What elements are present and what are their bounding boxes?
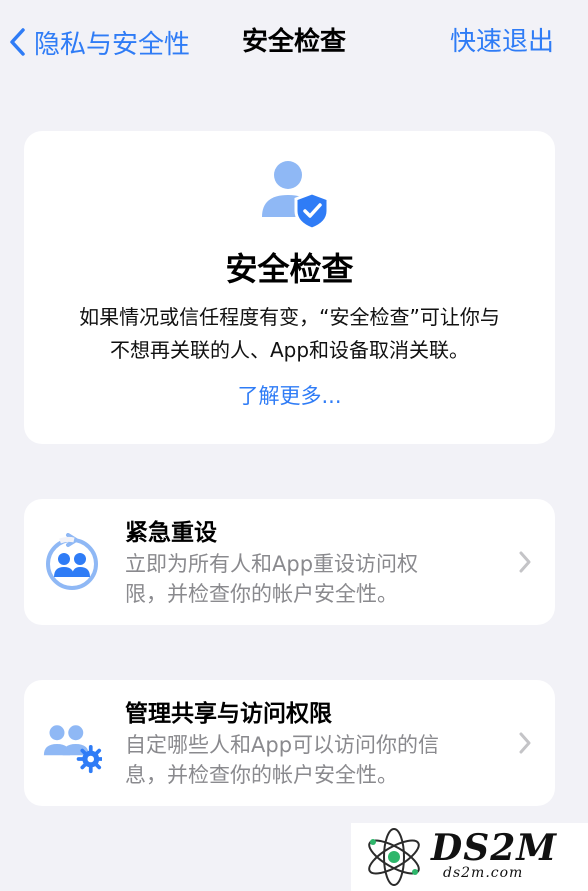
emergency-reset-title: 紧急重设 xyxy=(125,520,217,546)
people-gear-icon xyxy=(43,725,102,774)
emergency-reset-row[interactable]: 紧急重设 立即为所有人和App重设访问权 限，并检查你的帐户安全性。 xyxy=(24,499,555,625)
row-desc-line-1: 自定哪些人和App可以访问你的信 xyxy=(125,733,440,757)
learn-more-link[interactable]: 了解更多... xyxy=(24,381,555,411)
chevron-right-icon xyxy=(519,732,531,754)
chevron-right-icon xyxy=(519,551,531,573)
emergency-reset-icon xyxy=(46,533,98,590)
quick-exit-button[interactable]: 快速退出 xyxy=(450,22,554,62)
manage-sharing-row[interactable]: 管理共享与访问权限 自定哪些人和App可以访问你的信 息，并检查你的帐户安全性。 xyxy=(24,680,555,806)
row-desc-line-2: 限，并检查你的帐户安全性。 xyxy=(125,582,398,606)
manage-sharing-description: 自定哪些人和App可以访问你的信 息，并检查你的帐户安全性。 xyxy=(125,730,485,790)
person-shield-icon xyxy=(262,161,330,231)
navigation-bar: 隐私与安全性 安全检查 快速退出 xyxy=(0,0,588,88)
watermark-text: DS2M xyxy=(431,827,558,869)
watermark-logo: DS2M ds2m.com xyxy=(351,823,588,891)
row-desc-line-2: 息，并检查你的帐户安全性。 xyxy=(125,763,398,787)
row-desc-line-1: 立即为所有人和App重设访问权 xyxy=(125,552,419,576)
atom-logo-icon xyxy=(368,828,420,886)
emergency-reset-description: 立即为所有人和App重设访问权 限，并检查你的帐户安全性。 xyxy=(125,549,485,609)
safety-check-card: 安全检查 如果情况或信任程度有变，“安全检查”可让你与 不想再关联的人、App和… xyxy=(24,131,555,444)
hero-title: 安全检查 xyxy=(225,250,354,288)
watermark-subtext: ds2m.com xyxy=(443,865,524,881)
hero-desc-line-1: 如果情况或信任程度有变，“安全检查”可让你与 xyxy=(79,305,500,329)
hero-desc-line-2: 不想再关联的人、App和设备取消关联。 xyxy=(109,338,470,362)
hero-description: 如果情况或信任程度有变，“安全检查”可让你与 不想再关联的人、App和设备取消关… xyxy=(44,301,535,367)
manage-sharing-title: 管理共享与访问权限 xyxy=(125,701,332,727)
